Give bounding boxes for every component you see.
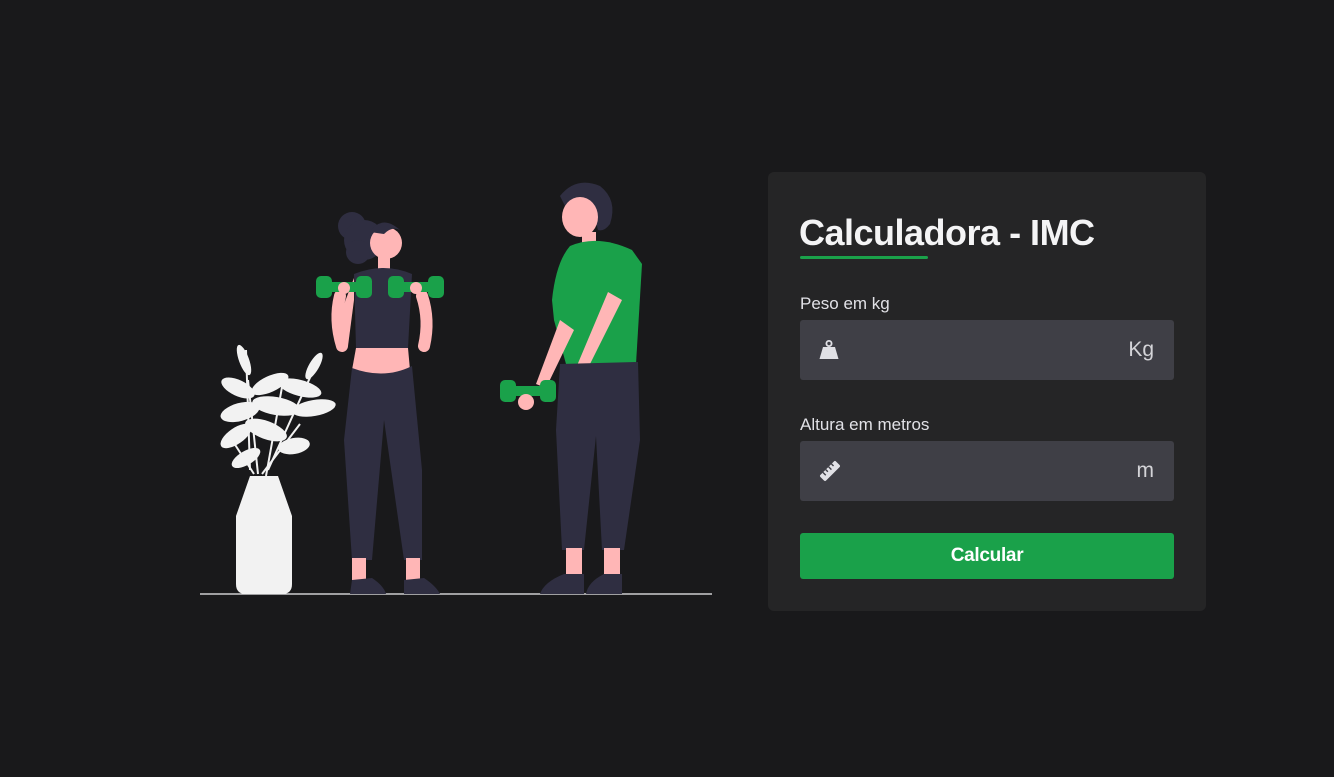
height-unit: m [1136,459,1155,482]
height-field[interactable]: m [800,441,1174,501]
ruler-icon [818,457,846,485]
page-title: Calculadora - IMC [799,212,1095,253]
weight-field[interactable]: Kg [800,320,1174,380]
title-underline [800,256,928,259]
height-input[interactable] [846,441,1137,501]
plant [220,344,336,594]
man-figure [500,182,642,594]
weight-input[interactable] [846,320,1129,380]
calculate-button[interactable]: Calcular [800,533,1174,579]
weight-icon [818,336,846,364]
height-label: Altura em metros [800,415,930,434]
weight-label: Peso em kg [800,294,890,313]
weight-unit: Kg [1128,338,1154,361]
imc-calculator-card: Calculadora - IMC Peso em kg Kg Altura e… [768,172,1206,611]
fitness-illustration [200,182,712,595]
woman-figure [316,212,444,594]
